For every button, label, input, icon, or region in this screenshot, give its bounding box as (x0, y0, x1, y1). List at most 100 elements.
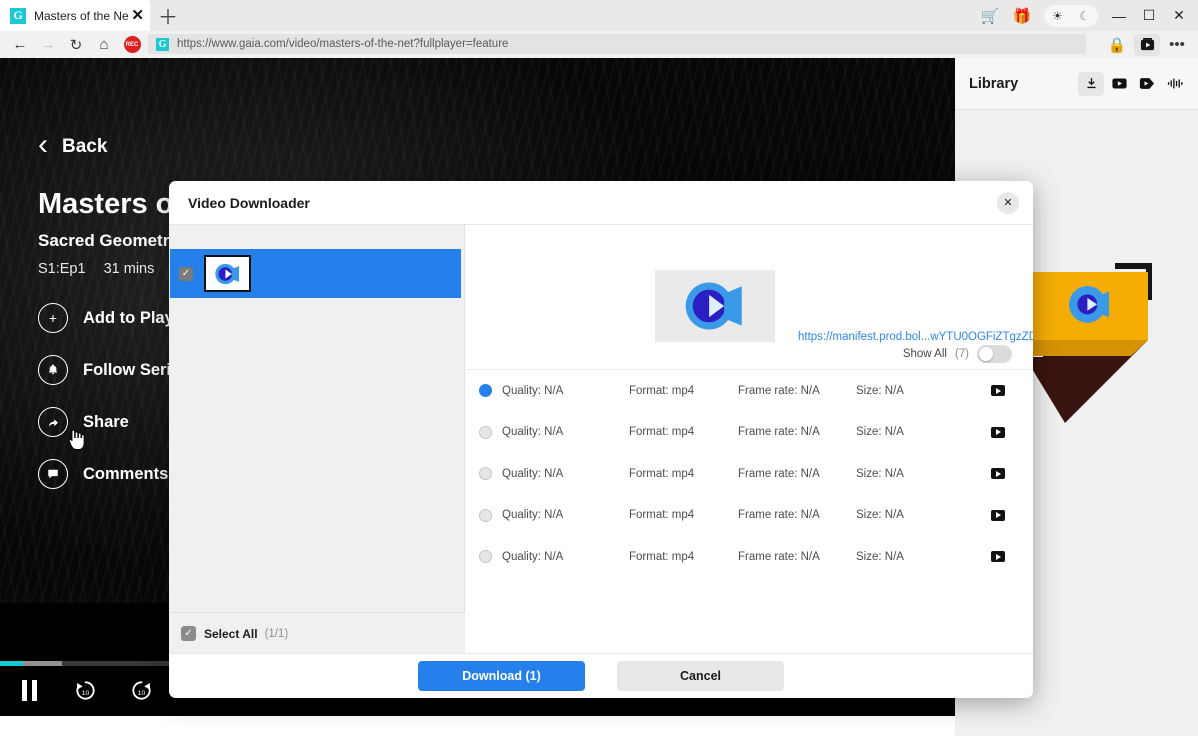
playback-buttons: 10 10 (14, 675, 156, 705)
comment-icon (38, 459, 68, 489)
svg-text:10: 10 (81, 689, 89, 696)
download-icon[interactable] (1078, 71, 1104, 96)
table-row[interactable]: Quality: N/A Format: mp4 Frame rate: N/A… (466, 453, 1033, 495)
minimize-button[interactable]: — (1104, 0, 1134, 31)
download-details-panel: https://manifest.prod.bol...wYTU0OGFiZTg… (466, 225, 1033, 654)
address-bar[interactable]: G https://www.gaia.com/video/masters-of-… (148, 34, 1086, 54)
rewind-10-button[interactable]: 10 (70, 675, 100, 705)
size-label: Size: N/A (856, 467, 904, 480)
video-icon[interactable] (1106, 72, 1132, 96)
forward-10-icon: 10 (131, 680, 151, 700)
back-icon[interactable]: ← (6, 31, 34, 58)
cancel-button[interactable]: Cancel (617, 661, 784, 691)
format-label: Format: mp4 (629, 384, 695, 397)
video-tag-icon[interactable] (1134, 72, 1160, 96)
download-button[interactable]: Download (1) (418, 661, 585, 691)
back-chevron-icon: ‹ (38, 128, 48, 161)
table-row[interactable]: Quality: N/A Format: mp4 Frame rate: N/A… (466, 370, 1033, 412)
quality-label: Quality: N/A (502, 550, 564, 563)
toolbar-right-icons: 🔒 ••• (1102, 31, 1192, 58)
pause-button[interactable] (14, 675, 44, 705)
select-all-label: Select All (204, 626, 258, 641)
frame-rate-label: Frame rate: N/A (738, 550, 820, 563)
select-all-count: (1/1) (264, 627, 289, 640)
select-all-checkbox[interactable]: ✓ (181, 626, 196, 641)
quality-radio[interactable] (479, 550, 492, 564)
forward-10-button[interactable]: 10 (126, 675, 156, 705)
dialog-footer: Download (1) Cancel (169, 653, 1033, 698)
preview-url-link[interactable]: https://manifest.prod.bol...wYTU0OGFiZTg… (798, 331, 1033, 343)
browser-menu-icon[interactable]: ••• (1162, 31, 1192, 58)
browser-tab[interactable]: G Masters of the Ne ✕ (0, 0, 150, 31)
maximize-button[interactable]: ☐ (1134, 0, 1164, 31)
select-all-bar: ✓ Select All (1/1) (169, 612, 465, 654)
reload-icon[interactable]: ↻ (62, 31, 90, 58)
lock-icon[interactable]: 🔒 (1102, 31, 1132, 58)
library-title: Library (969, 75, 1019, 92)
item-thumbnail (204, 255, 251, 292)
toggle-knob (979, 347, 993, 361)
action-label: Comments (83, 464, 169, 483)
close-window-button[interactable]: ✕ (1164, 0, 1194, 31)
quality-radio[interactable] (479, 384, 492, 398)
theme-toggle[interactable]: ☀ ☾ (1044, 4, 1098, 27)
preview-play-icon[interactable] (991, 426, 1005, 438)
size-label: Size: N/A (856, 550, 904, 563)
quality-radio[interactable] (479, 467, 492, 481)
video-downloader-icon[interactable] (1132, 31, 1162, 58)
back-button[interactable]: ‹ Back (38, 130, 458, 160)
preview-play-icon[interactable] (991, 468, 1005, 480)
back-label: Back (62, 136, 108, 157)
quality-radio[interactable] (479, 508, 492, 522)
table-row[interactable]: Quality: N/A Format: mp4 Frame rate: N/A… (466, 495, 1033, 537)
dialog-body: ✓ ✓ Select All (1/1) https://manifest.pr… (169, 224, 1033, 654)
preview-block: https://manifest.prod.bol...wYTU0OGFiZTg… (466, 225, 1033, 363)
video-downloader-dialog: Video Downloader ✕ ✓ ✓ Select All (1/1) … (169, 181, 1033, 698)
forward-icon[interactable]: → (34, 31, 62, 58)
preview-thumbnail (655, 270, 775, 342)
cart-icon[interactable]: 🛒 (974, 0, 1006, 31)
show-all-label: Show All (902, 348, 947, 360)
rewind-10-icon: 10 (75, 680, 95, 700)
preview-play-icon[interactable] (991, 551, 1005, 563)
item-checkbox[interactable]: ✓ (179, 266, 193, 281)
rec-badge-label: REC (123, 36, 141, 53)
show-all-count: (7) (954, 348, 969, 360)
quality-label: Quality: N/A (502, 426, 564, 439)
preview-play-icon[interactable] (991, 385, 1005, 397)
gift-icon[interactable]: 🎁 (1006, 0, 1038, 31)
window-controls: 🛒 🎁 ☀ ☾ — ☐ ✕ (974, 0, 1198, 31)
pause-icon (21, 679, 37, 701)
new-tab-button[interactable]: ＋ (152, 0, 184, 31)
season-episode-label: S1:Ep1 (38, 261, 86, 277)
tab-strip: G Masters of the Ne ✕ ＋ 🛒 🎁 ☀ ☾ — ☐ ✕ (0, 0, 1198, 31)
dialog-title: Video Downloader (188, 194, 310, 211)
page-content: ‹ Back Masters of the Net Sacred Geometr… (0, 58, 1198, 736)
close-icon[interactable]: ✕ (997, 191, 1019, 214)
bell-icon (38, 355, 68, 385)
show-all-control: Show All (7) (903, 345, 1012, 363)
rec-button[interactable]: REC (118, 31, 146, 58)
size-label: Size: N/A (856, 384, 904, 397)
quality-radio[interactable] (479, 425, 492, 439)
url-favicon-icon: G (156, 37, 169, 51)
app-logo-icon (214, 263, 239, 284)
tab-close-icon[interactable]: ✕ (131, 8, 144, 23)
audio-wave-icon[interactable] (1162, 72, 1188, 96)
plus-icon: + (38, 303, 68, 333)
list-item[interactable]: ✓ (170, 249, 461, 298)
format-label: Format: mp4 (629, 550, 695, 563)
frame-rate-label: Frame rate: N/A (738, 384, 820, 397)
home-icon[interactable]: ⌂ (90, 31, 118, 58)
size-label: Size: N/A (856, 426, 904, 439)
preview-play-icon[interactable] (991, 509, 1005, 521)
table-row[interactable]: Quality: N/A Format: mp4 Frame rate: N/A… (466, 412, 1033, 454)
url-text: https://www.gaia.com/video/masters-of-th… (177, 38, 509, 50)
browser-chrome: G Masters of the Ne ✕ ＋ 🛒 🎁 ☀ ☾ — ☐ ✕ ← … (0, 0, 1198, 58)
progress-played (0, 661, 23, 666)
format-label: Format: mp4 (629, 426, 695, 439)
quality-label: Quality: N/A (502, 509, 564, 522)
frame-rate-label: Frame rate: N/A (738, 467, 820, 480)
show-all-toggle[interactable] (977, 345, 1012, 363)
table-row[interactable]: Quality: N/A Format: mp4 Frame rate: N/A… (466, 536, 1033, 578)
